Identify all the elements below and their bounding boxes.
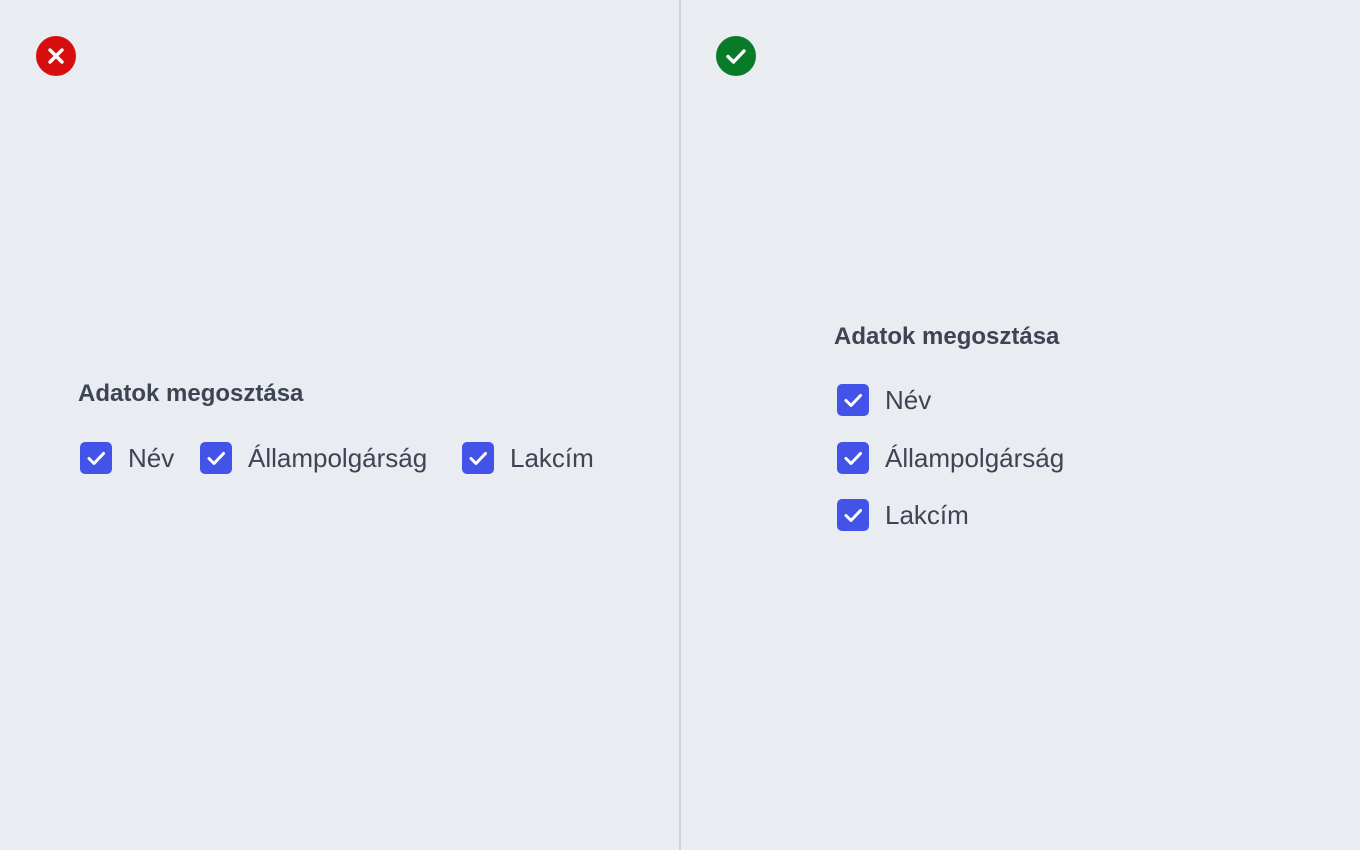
check-mark-icon (207, 452, 225, 465)
checkbox-option-nev[interactable]: Név (80, 442, 174, 474)
check-icon (716, 36, 756, 76)
group-title: Adatok megosztása (834, 323, 1060, 350)
correct-icon (716, 36, 756, 76)
group-title: Adatok megosztása (78, 380, 304, 407)
checkbox-label: Állampolgárság (885, 443, 1065, 473)
checkbox[interactable] (200, 442, 232, 474)
checkbox-option-lakcim[interactable]: Lakcím (837, 499, 969, 531)
checkbox-option-lakcim[interactable]: Lakcím (462, 442, 594, 474)
checkbox-option-allampolgarsag[interactable]: Állampolgárság (837, 442, 1064, 474)
check-mark-icon (844, 394, 862, 407)
checkbox[interactable] (462, 442, 494, 474)
checkbox-label: Név (128, 443, 175, 473)
checkbox[interactable] (837, 442, 869, 474)
check-mark-icon (844, 509, 862, 522)
check-mark-icon (87, 452, 105, 465)
correct-example-panel: Adatok megosztása Név Állampolgárság Lak… (681, 0, 1360, 850)
checkbox[interactable] (80, 442, 112, 474)
check-mark-icon (469, 452, 487, 465)
check-mark-icon (844, 452, 862, 465)
close-icon (36, 36, 76, 76)
checkbox-label: Lakcím (885, 500, 969, 530)
checkbox-label: Lakcím (510, 443, 594, 473)
checkbox[interactable] (837, 384, 869, 416)
checkbox-option-allampolgarsag[interactable]: Állampolgárság (200, 442, 427, 474)
checkbox-option-nev[interactable]: Név (837, 384, 931, 416)
checkbox[interactable] (837, 499, 869, 531)
incorrect-example-panel: Adatok megosztása Név Állampolgárság Lak… (0, 0, 680, 850)
incorrect-icon (36, 36, 76, 76)
checkbox-label: Állampolgárság (248, 443, 428, 473)
comparison-canvas: Adatok megosztása Név Állampolgárság Lak… (0, 0, 1360, 850)
checkbox-label: Név (885, 385, 932, 415)
